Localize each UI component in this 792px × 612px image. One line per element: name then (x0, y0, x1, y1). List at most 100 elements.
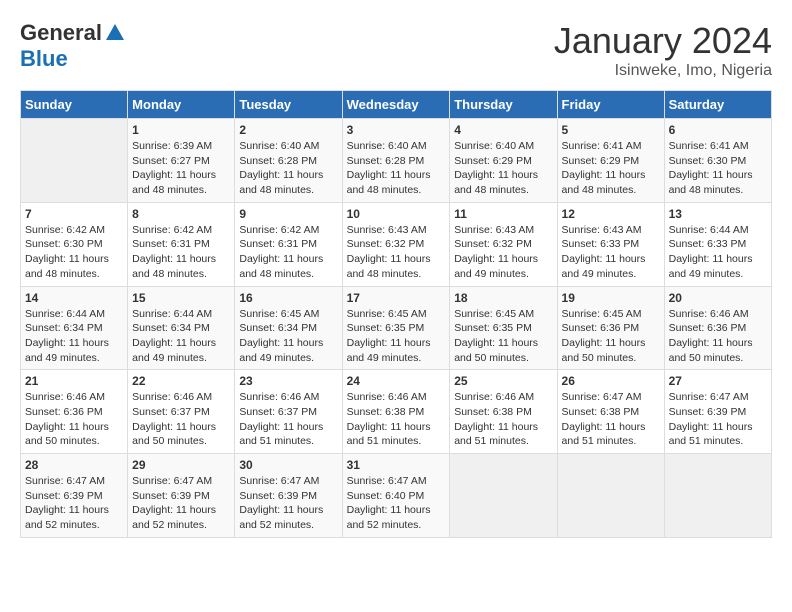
calendar-cell: 30Sunrise: 6:47 AMSunset: 6:39 PMDayligh… (235, 454, 342, 538)
cell-info: Sunrise: 6:46 AM (132, 390, 230, 405)
cell-info: Sunset: 6:40 PM (347, 489, 446, 504)
day-header-monday: Monday (128, 91, 235, 119)
cell-info: Sunrise: 6:39 AM (132, 139, 230, 154)
day-header-thursday: Thursday (450, 91, 557, 119)
calendar-cell: 23Sunrise: 6:46 AMSunset: 6:37 PMDayligh… (235, 370, 342, 454)
cell-info: Sunset: 6:39 PM (239, 489, 337, 504)
cell-info: Sunrise: 6:47 AM (25, 474, 123, 489)
day-number: 10 (347, 207, 446, 221)
calendar-week-4: 21Sunrise: 6:46 AMSunset: 6:36 PMDayligh… (21, 370, 772, 454)
cell-info: Sunset: 6:36 PM (669, 321, 767, 336)
day-number: 1 (132, 123, 230, 137)
calendar-cell: 1Sunrise: 6:39 AMSunset: 6:27 PMDaylight… (128, 119, 235, 203)
day-number: 9 (239, 207, 337, 221)
calendar-cell: 10Sunrise: 6:43 AMSunset: 6:32 PMDayligh… (342, 202, 450, 286)
calendar-cell: 3Sunrise: 6:40 AMSunset: 6:28 PMDaylight… (342, 119, 450, 203)
calendar-cell: 20Sunrise: 6:46 AMSunset: 6:36 PMDayligh… (664, 286, 771, 370)
calendar-cell: 28Sunrise: 6:47 AMSunset: 6:39 PMDayligh… (21, 454, 128, 538)
logo-blue-text: Blue (20, 46, 68, 71)
cell-info: Daylight: 11 hours and 51 minutes. (562, 420, 660, 449)
cell-info: Daylight: 11 hours and 48 minutes. (347, 168, 446, 197)
cell-info: Sunset: 6:31 PM (132, 237, 230, 252)
day-number: 15 (132, 291, 230, 305)
cell-info: Daylight: 11 hours and 49 minutes. (25, 336, 123, 365)
cell-info: Sunset: 6:31 PM (239, 237, 337, 252)
calendar-cell: 21Sunrise: 6:46 AMSunset: 6:36 PMDayligh… (21, 370, 128, 454)
cell-info: Daylight: 11 hours and 48 minutes. (454, 168, 552, 197)
calendar-table: SundayMondayTuesdayWednesdayThursdayFrid… (20, 90, 772, 538)
day-number: 20 (669, 291, 767, 305)
cell-info: Daylight: 11 hours and 48 minutes. (239, 168, 337, 197)
cell-info: Sunset: 6:36 PM (25, 405, 123, 420)
cell-info: Sunset: 6:32 PM (347, 237, 446, 252)
calendar-week-1: 1Sunrise: 6:39 AMSunset: 6:27 PMDaylight… (21, 119, 772, 203)
day-number: 23 (239, 374, 337, 388)
day-number: 28 (25, 458, 123, 472)
cell-info: Sunset: 6:39 PM (132, 489, 230, 504)
cell-info: Sunrise: 6:43 AM (562, 223, 660, 238)
day-number: 26 (562, 374, 660, 388)
calendar-cell: 14Sunrise: 6:44 AMSunset: 6:34 PMDayligh… (21, 286, 128, 370)
day-header-sunday: Sunday (21, 91, 128, 119)
cell-info: Sunrise: 6:47 AM (132, 474, 230, 489)
cell-info: Daylight: 11 hours and 49 minutes. (454, 252, 552, 281)
cell-info: Sunrise: 6:47 AM (347, 474, 446, 489)
calendar-cell: 6Sunrise: 6:41 AMSunset: 6:30 PMDaylight… (664, 119, 771, 203)
day-number: 21 (25, 374, 123, 388)
day-number: 16 (239, 291, 337, 305)
cell-info: Sunrise: 6:46 AM (25, 390, 123, 405)
calendar-cell: 17Sunrise: 6:45 AMSunset: 6:35 PMDayligh… (342, 286, 450, 370)
cell-info: Sunset: 6:30 PM (25, 237, 123, 252)
cell-info: Sunset: 6:36 PM (562, 321, 660, 336)
cell-info: Sunset: 6:28 PM (347, 154, 446, 169)
cell-info: Sunrise: 6:40 AM (239, 139, 337, 154)
day-number: 12 (562, 207, 660, 221)
cell-info: Sunset: 6:35 PM (347, 321, 446, 336)
cell-info: Sunrise: 6:43 AM (347, 223, 446, 238)
calendar-cell (21, 119, 128, 203)
calendar-cell: 16Sunrise: 6:45 AMSunset: 6:34 PMDayligh… (235, 286, 342, 370)
day-number: 4 (454, 123, 552, 137)
day-number: 6 (669, 123, 767, 137)
day-number: 3 (347, 123, 446, 137)
calendar-cell: 24Sunrise: 6:46 AMSunset: 6:38 PMDayligh… (342, 370, 450, 454)
cell-info: Sunrise: 6:46 AM (347, 390, 446, 405)
cell-info: Sunrise: 6:44 AM (132, 307, 230, 322)
day-number: 18 (454, 291, 552, 305)
cell-info: Daylight: 11 hours and 52 minutes. (25, 503, 123, 532)
page-header: General Blue January 2024 Isinweke, Imo,… (20, 20, 772, 80)
cell-info: Sunrise: 6:45 AM (239, 307, 337, 322)
calendar-cell: 19Sunrise: 6:45 AMSunset: 6:36 PMDayligh… (557, 286, 664, 370)
cell-info: Daylight: 11 hours and 52 minutes. (239, 503, 337, 532)
cell-info: Daylight: 11 hours and 51 minutes. (239, 420, 337, 449)
calendar-cell: 2Sunrise: 6:40 AMSunset: 6:28 PMDaylight… (235, 119, 342, 203)
cell-info: Daylight: 11 hours and 49 minutes. (562, 252, 660, 281)
calendar-cell: 31Sunrise: 6:47 AMSunset: 6:40 PMDayligh… (342, 454, 450, 538)
calendar-cell: 29Sunrise: 6:47 AMSunset: 6:39 PMDayligh… (128, 454, 235, 538)
cell-info: Sunrise: 6:45 AM (347, 307, 446, 322)
calendar-week-2: 7Sunrise: 6:42 AMSunset: 6:30 PMDaylight… (21, 202, 772, 286)
cell-info: Sunrise: 6:47 AM (669, 390, 767, 405)
day-number: 7 (25, 207, 123, 221)
cell-info: Daylight: 11 hours and 48 minutes. (132, 168, 230, 197)
calendar-cell: 22Sunrise: 6:46 AMSunset: 6:37 PMDayligh… (128, 370, 235, 454)
cell-info: Sunrise: 6:46 AM (239, 390, 337, 405)
title-block: January 2024 Isinweke, Imo, Nigeria (554, 20, 772, 80)
calendar-week-3: 14Sunrise: 6:44 AMSunset: 6:34 PMDayligh… (21, 286, 772, 370)
logo: General Blue (20, 20, 126, 72)
day-number: 8 (132, 207, 230, 221)
calendar-cell: 8Sunrise: 6:42 AMSunset: 6:31 PMDaylight… (128, 202, 235, 286)
cell-info: Sunrise: 6:41 AM (562, 139, 660, 154)
day-number: 11 (454, 207, 552, 221)
cell-info: Sunset: 6:29 PM (562, 154, 660, 169)
cell-info: Sunset: 6:37 PM (132, 405, 230, 420)
cell-info: Sunrise: 6:47 AM (239, 474, 337, 489)
day-number: 5 (562, 123, 660, 137)
cell-info: Daylight: 11 hours and 50 minutes. (132, 420, 230, 449)
calendar-cell (664, 454, 771, 538)
cell-info: Sunset: 6:32 PM (454, 237, 552, 252)
cell-info: Sunset: 6:38 PM (347, 405, 446, 420)
day-number: 27 (669, 374, 767, 388)
calendar-cell: 9Sunrise: 6:42 AMSunset: 6:31 PMDaylight… (235, 202, 342, 286)
cell-info: Daylight: 11 hours and 50 minutes. (454, 336, 552, 365)
